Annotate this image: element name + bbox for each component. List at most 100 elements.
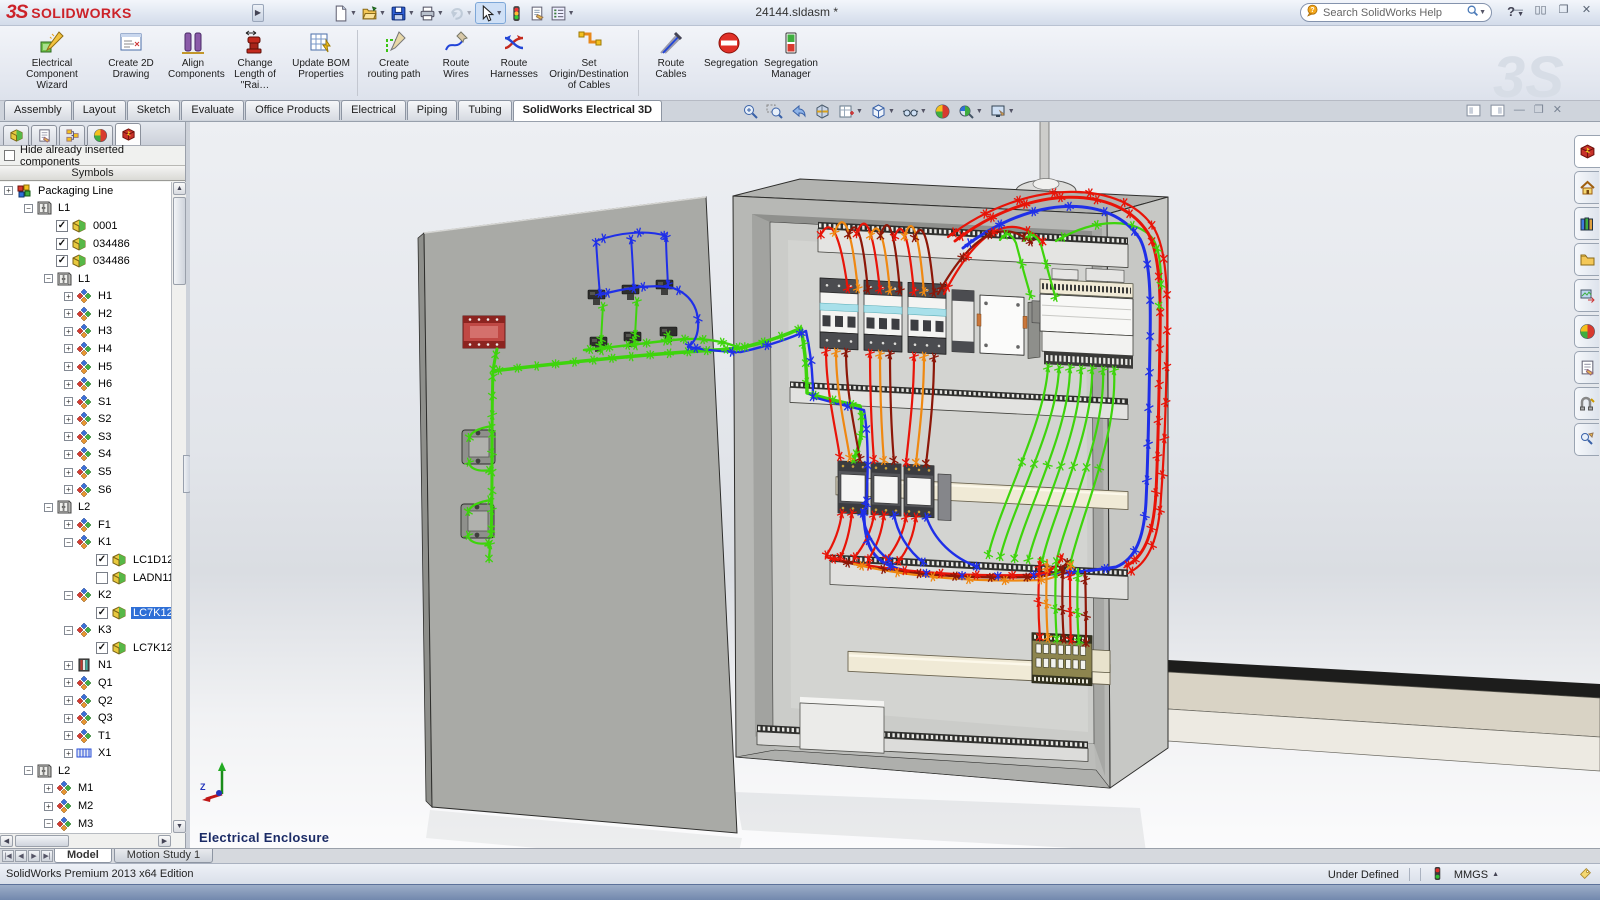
expand-icon[interactable]: + xyxy=(64,309,73,318)
route-cables-button[interactable]: Route Cables xyxy=(642,26,700,100)
scroll-left-icon[interactable]: ◀ xyxy=(0,835,13,847)
visibility-checkbox[interactable]: ✓ xyxy=(56,255,68,267)
visibility-checkbox[interactable]: ✓ xyxy=(96,607,108,619)
segregation-manager-button[interactable]: Segregation Manager xyxy=(758,26,824,100)
expand-icon[interactable]: + xyxy=(64,344,73,353)
visibility-checkbox[interactable]: ✓ xyxy=(96,554,108,566)
tree-item-s3[interactable]: +S3 xyxy=(0,428,171,446)
doc-close-icon[interactable]: ✕ xyxy=(1553,104,1562,117)
tree-item-h1[interactable]: +H1 xyxy=(0,287,171,305)
tab-electrical[interactable]: Electrical xyxy=(341,100,406,120)
change-length-of-rai-button[interactable]: Change Length of "Rai… xyxy=(222,26,288,100)
tree-item-h4[interactable]: +H4 xyxy=(0,340,171,358)
hscroll-thumb[interactable] xyxy=(15,835,69,847)
expand-icon[interactable]: + xyxy=(64,661,73,670)
search-icon[interactable] xyxy=(1466,4,1479,22)
visibility-checkbox[interactable]: ✓ xyxy=(56,220,68,232)
expand-icon[interactable]: + xyxy=(64,380,73,389)
view-orientation-icon[interactable]: ▼ xyxy=(838,103,863,120)
tab-piping[interactable]: Piping xyxy=(407,100,458,120)
tree-item-l2[interactable]: −L2 xyxy=(0,762,171,780)
cascade-button[interactable]: ❐ xyxy=(1556,4,1571,18)
doc-restore-icon[interactable]: ❐ xyxy=(1534,104,1544,117)
search-dropdown-caret[interactable]: ▼ xyxy=(1479,9,1486,16)
set-origin-destination-of-cables-button[interactable]: Set Origin/Destination of Cables xyxy=(543,26,635,100)
conveyor-beam[interactable] xyxy=(1168,660,1600,771)
expand-icon[interactable]: + xyxy=(64,397,73,406)
tree-item-q1[interactable]: +Q1 xyxy=(0,674,171,692)
routing-library-tab[interactable] xyxy=(1574,387,1599,420)
file-properties-button[interactable] xyxy=(527,2,548,24)
first-tab-icon[interactable]: |◀ xyxy=(2,850,14,862)
tree-item-k2[interactable]: −K2 xyxy=(0,586,171,604)
tree-item-m2[interactable]: +M2 xyxy=(0,797,171,815)
circuit-breakers[interactable] xyxy=(820,278,946,354)
tree-item-h3[interactable]: +H3 xyxy=(0,323,171,341)
tag-icon[interactable] xyxy=(1579,866,1592,884)
diagnostics-tab[interactable] xyxy=(1574,423,1599,456)
help-search-box[interactable]: ? ▼ xyxy=(1300,3,1492,22)
section-view-icon[interactable] xyxy=(814,103,831,120)
expand-icon[interactable]: + xyxy=(64,468,73,477)
select-tool-button[interactable]: ▼ xyxy=(475,2,506,24)
tree-item-lc7k12[interactable]: ✓LC7K12 xyxy=(0,639,171,657)
graphics-viewport[interactable]: Electrical Enclosure Z xyxy=(190,122,1600,848)
expand-icon[interactable]: + xyxy=(64,432,73,441)
tree-item-m1[interactable]: +M1 xyxy=(0,780,171,798)
tab-tubing[interactable]: Tubing xyxy=(458,100,511,120)
unit-system-selector[interactable]: MMGS▲ xyxy=(1454,869,1499,881)
restore-button[interactable]: ▯▯ xyxy=(1533,4,1548,18)
design-library-tab[interactable] xyxy=(1574,207,1599,240)
collapse-icon[interactable]: − xyxy=(44,503,53,512)
expand-icon[interactable]: + xyxy=(64,327,73,336)
expand-icon[interactable]: + xyxy=(64,450,73,459)
scroll-down-icon[interactable]: ▼ xyxy=(173,820,186,833)
last-tab-icon[interactable]: ▶| xyxy=(41,850,53,862)
visibility-checkbox[interactable]: ✓ xyxy=(56,238,68,250)
collapse-icon[interactable]: − xyxy=(44,274,53,283)
tree-item-l1[interactable]: −L1 xyxy=(0,270,171,288)
apply-scene-icon[interactable]: ▼ xyxy=(958,103,983,120)
tree-item-034486[interactable]: ✓034486 xyxy=(0,252,171,270)
tree-item-ladn11[interactable]: LADN11 xyxy=(0,569,171,587)
appearances-scenes-tab[interactable] xyxy=(1574,315,1599,348)
collapse-icon[interactable]: − xyxy=(64,626,73,635)
symbols-tab[interactable] xyxy=(3,125,29,145)
expand-icon[interactable]: + xyxy=(64,485,73,494)
tree-item-s1[interactable]: +S1 xyxy=(0,393,171,411)
custom-properties-tab[interactable] xyxy=(1574,351,1599,384)
expand-icon[interactable]: + xyxy=(64,520,73,529)
display-style-icon[interactable]: ▼ xyxy=(870,103,895,120)
edit-appearance-icon[interactable] xyxy=(934,103,951,120)
expand-icon[interactable]: + xyxy=(44,784,53,793)
collapse-icon[interactable]: − xyxy=(44,819,53,828)
prev-tab-icon[interactable]: ◀ xyxy=(15,850,27,862)
view-palette-tab[interactable] xyxy=(1574,279,1599,312)
tree-item-h2[interactable]: +H2 xyxy=(0,305,171,323)
doc-minimize-icon[interactable]: — xyxy=(1514,104,1525,117)
previous-view-icon[interactable] xyxy=(790,103,807,120)
collapse-icon[interactable]: − xyxy=(64,591,73,600)
expand-icon[interactable]: + xyxy=(64,678,73,687)
3d-scene[interactable] xyxy=(190,122,1600,848)
segregation-button[interactable]: Segregation xyxy=(700,26,758,100)
tab-office-products[interactable]: Office Products xyxy=(245,100,340,120)
rebuild-button[interactable] xyxy=(506,2,527,24)
next-tab-icon[interactable]: ▶ xyxy=(28,850,40,862)
expand-icon[interactable]: + xyxy=(64,362,73,371)
expand-icon[interactable]: + xyxy=(64,749,73,758)
contactors[interactable] xyxy=(838,461,934,518)
door-relay[interactable] xyxy=(463,316,505,348)
tree-item-n1[interactable]: +N1 xyxy=(0,657,171,675)
tree-item-h5[interactable]: +H5 xyxy=(0,358,171,376)
expand-icon[interactable]: + xyxy=(64,415,73,424)
electrical-tab[interactable] xyxy=(115,123,141,145)
tree-item-s6[interactable]: +S6 xyxy=(0,481,171,499)
tree-item-f1[interactable]: +F1 xyxy=(0,516,171,534)
expand-icon[interactable]: + xyxy=(4,186,13,195)
tree-item-q3[interactable]: +Q3 xyxy=(0,709,171,727)
new-document-button[interactable]: ▼ xyxy=(330,2,359,24)
split-right-icon[interactable] xyxy=(1490,104,1505,117)
tab-model[interactable]: Model xyxy=(54,849,112,863)
tree-item-l1[interactable]: −L1 xyxy=(0,200,171,218)
